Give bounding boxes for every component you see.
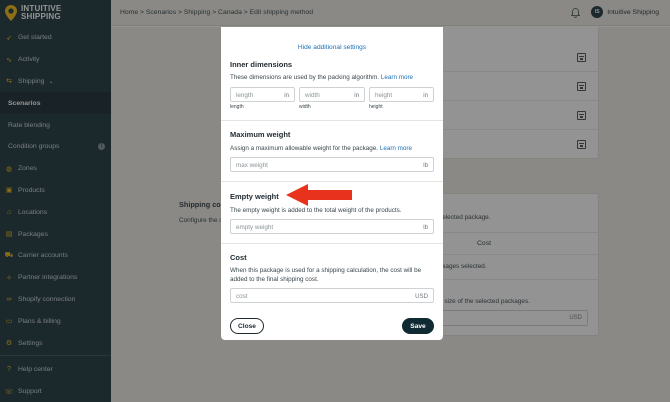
cost-placeholder: cost: [236, 292, 248, 300]
empty-weight-title: Empty weight: [230, 192, 279, 201]
width-label: width: [299, 104, 311, 110]
cost-input[interactable]: cost USD: [230, 288, 434, 303]
height-label: height: [369, 104, 383, 110]
max-weight-input[interactable]: max weight lb: [230, 157, 434, 172]
empty-weight-unit: lb: [423, 223, 428, 231]
width-placeholder: width: [305, 91, 320, 99]
empty-weight-placeholder: empty weight: [236, 223, 274, 231]
length-placeholder: length: [236, 91, 254, 99]
save-button[interactable]: Save: [402, 318, 434, 334]
max-weight-unit: lb: [423, 161, 428, 169]
empty-weight-desc: The empty weight is added to the total w…: [230, 207, 402, 214]
width-unit: in: [354, 91, 359, 99]
section-divider: [221, 243, 443, 244]
empty-weight-input[interactable]: empty weight lb: [230, 219, 434, 234]
inner-dimensions-desc: These dimensions are used by the packing…: [230, 73, 413, 82]
height-input[interactable]: height in: [369, 87, 434, 102]
cost-title: Cost: [230, 253, 247, 262]
red-arrow-annotation-icon: [286, 184, 352, 206]
maximum-weight-desc: Assign a maximum allowable weight for th…: [230, 144, 412, 153]
height-unit: in: [423, 91, 428, 99]
inner-dimensions-title: Inner dimensions: [230, 60, 293, 69]
length-unit: in: [284, 91, 289, 99]
cost-desc: When this package is used for a shipping…: [230, 267, 422, 284]
length-label: length: [230, 104, 244, 110]
width-input[interactable]: width in: [299, 87, 365, 102]
section-divider: [221, 120, 443, 121]
maximum-weight-title: Maximum weight: [230, 130, 291, 139]
maximum-weight-desc-text: Assign a maximum allowable weight for th…: [230, 145, 379, 152]
section-divider: [221, 181, 443, 182]
inner-dimensions-learn-more-link[interactable]: Learn more: [381, 74, 413, 81]
max-weight-placeholder: max weight: [236, 161, 268, 169]
close-button[interactable]: Close: [230, 318, 264, 334]
cost-unit: USD: [415, 292, 428, 300]
inner-dimensions-desc-text: These dimensions are used by the packing…: [230, 74, 380, 81]
height-placeholder: height: [375, 91, 393, 99]
hide-additional-settings-link[interactable]: Hide additional settings: [221, 44, 443, 51]
maximum-weight-learn-more-link[interactable]: Learn more: [380, 145, 412, 152]
length-input[interactable]: length in: [230, 87, 295, 102]
